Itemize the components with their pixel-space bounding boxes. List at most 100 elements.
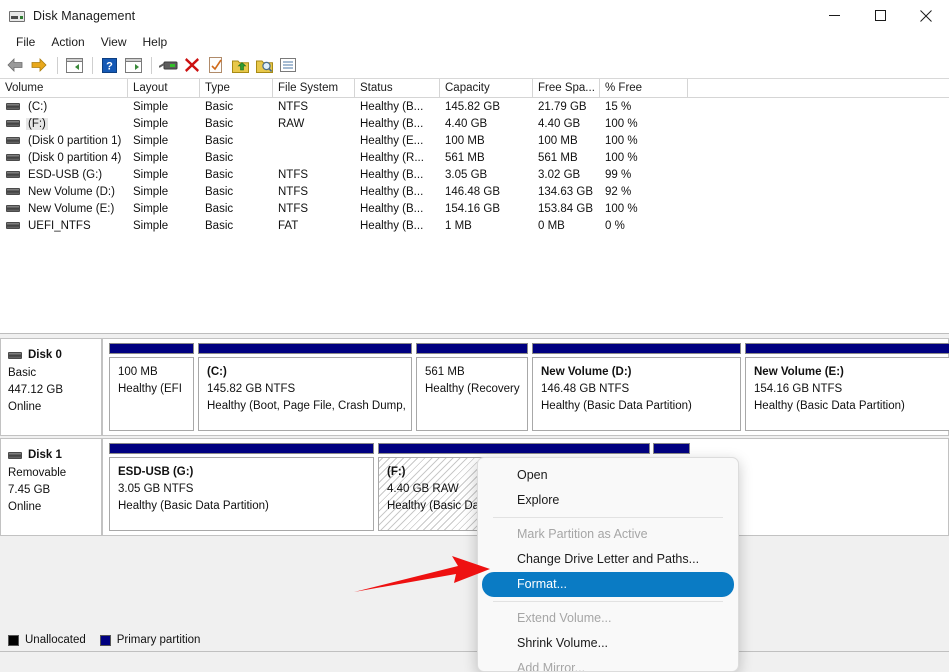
volume-disk-icon [6,205,20,212]
legend: Unallocated Primary partition [0,629,949,651]
volume-name: (F:) [26,117,48,130]
context-menu-item-format[interactable]: Format... [482,572,734,597]
partition-title: New Volume (D:) [541,366,632,378]
partition-block[interactable] [653,443,690,454]
partition-color-bar [378,443,650,454]
disk-info-1[interactable]: Disk 1 Removable 7.45 GB Online [0,438,103,536]
partition-detail[interactable]: ESD-USB (G:) 3.05 GB NTFS Healthy (Basic D… [109,457,374,531]
partition-block[interactable]: 100 MB Healthy (EFI [109,343,194,431]
partition-block[interactable]: ESD-USB (G:) 3.05 GB NTFS Healthy (Basic D… [109,443,374,531]
cell-layout: Simple [133,134,169,147]
properties-icon[interactable] [122,54,144,76]
disk-type: Basic [8,367,37,379]
legend-swatch-unallocated [8,634,19,646]
cell-volume: New Volume (E:) [0,203,128,215]
delete-icon[interactable] [181,54,203,76]
table-row[interactable]: New Volume (E:) Simple Basic NTFS Healthy (B… [0,200,949,217]
partition-color-bar [416,343,528,354]
partition-block[interactable]: New Volume (E:) 154.16 GB NTFS Healthy (Ba… [745,343,949,431]
context-menu-separator [493,601,723,602]
partition-color-bar [532,343,741,354]
minimize-button[interactable] [811,0,857,31]
table-row[interactable]: (Disk 0 partition 1) Simple Basic Healthy (… [0,132,949,149]
cell-free_space: 0 MB [538,219,565,232]
svg-text:?: ? [106,60,113,72]
column-header-type[interactable]: Type [200,79,273,98]
table-row[interactable]: ESD-USB (G:) Simple Basic NTFS Healthy (B...… [0,166,949,183]
column-header-volume[interactable]: Volume [0,79,128,98]
disk-row-0[interactable]: Disk 0 Basic 447.12 GB Online 100 MB Healthy … [0,338,949,436]
close-button[interactable] [903,0,949,31]
table-row[interactable]: New Volume (D:) Simple Basic NTFS Healthy (B… [0,183,949,200]
title-bar: Disk Management [0,0,949,31]
disk-state: Online [8,501,42,513]
context-menu-item-shrink-volume[interactable]: Shrink Volume... [482,631,734,656]
table-row[interactable]: (C:) Simple Basic NTFS Healthy (B... 145.82 G… [0,98,949,115]
partition-detail[interactable]: 100 MB Healthy (EFI [109,357,194,431]
maximize-button[interactable] [857,0,903,31]
column-header-file-system[interactable]: File System [273,79,355,98]
cell-type: Basic [205,151,234,164]
partition-block[interactable]: (C:) 145.82 GB NTFS Healthy (Boot, Page Fi… [198,343,412,431]
menu-action[interactable]: Action [43,33,92,51]
cell-layout: Simple [133,168,169,181]
column-header-free-spa[interactable]: Free Spa... [533,79,600,98]
partition-status: Healthy (Recovery [425,383,520,395]
partition-detail[interactable]: New Volume (D:) 146.48 GB NTFS Healthy (Ba… [532,357,741,431]
rescan-disks-icon[interactable] [157,54,179,76]
menu-help[interactable]: Help [135,33,176,51]
cell-pct_free: 0 % [605,219,625,232]
format-icon[interactable] [205,54,227,76]
menu-file[interactable]: File [8,33,43,51]
column-header-layout[interactable]: Layout [128,79,200,98]
partition-status: Healthy (Basic Data Partition) [118,500,269,512]
disk-info-0[interactable]: Disk 0 Basic 447.12 GB Online [0,338,103,436]
partition-block[interactable]: New Volume (D:) 146.48 GB NTFS Healthy (Ba… [532,343,741,431]
legend-label-primary-partition: Primary partition [116,634,201,646]
table-row[interactable]: (F:) Simple Basic RAW Healthy (B... 4.40 GB 4.… [0,115,949,132]
cell-capacity: 561 MB [445,151,485,164]
show-hide-tree-icon[interactable] [63,54,85,76]
context-menu-item-explore[interactable]: Explore [482,488,734,513]
column-header-status[interactable]: Status [355,79,440,98]
cell-volume: UEFI_NTFS [0,220,128,232]
back-arrow-icon[interactable] [4,54,26,76]
volume-list-rows: (C:) Simple Basic NTFS Healthy (B... 145.82 G… [0,98,949,234]
help-icon[interactable]: ? [98,54,120,76]
export-icon[interactable] [229,54,251,76]
detail-view-icon[interactable] [277,54,299,76]
cell-file_system: NTFS [278,202,309,215]
partition-detail[interactable]: 561 MB Healthy (Recovery [416,357,528,431]
cell-type: Basic [205,219,234,232]
partition-detail[interactable]: (C:) 145.82 GB NTFS Healthy (Boot, Page Fi… [198,357,412,431]
partition-detail[interactable]: New Volume (E:) 154.16 GB NTFS Healthy (Ba… [745,357,949,431]
forward-arrow-icon[interactable] [28,54,50,76]
volume-name: (C:) [28,100,48,113]
cell-volume: (F:) [0,117,128,130]
context-menu-item-add-mirror: Add Mirror... [517,661,586,672]
cell-status: Healthy (R... [360,151,424,164]
table-row[interactable]: UEFI_NTFS Simple Basic FAT Healthy (B... 1 MB… [0,217,949,234]
cell-pct_free: 100 % [605,151,638,164]
disk-label: Disk 0 [8,347,101,364]
partition-block[interactable]: 561 MB Healthy (Recovery [416,343,528,431]
context-menu-item-open[interactable]: Open [482,463,734,488]
volume-name: (Disk 0 partition 4) [28,151,122,164]
volume-disk-icon [6,222,20,229]
legend-label-unallocated: Unallocated [25,634,86,646]
partition-status: Healthy (Boot, Page File, Crash Dump, [207,400,406,412]
disk-icon [8,452,22,459]
cell-status: Healthy (B... [360,100,424,113]
cell-layout: Simple [133,219,169,232]
disk-row-1[interactable]: Disk 1 Removable 7.45 GB Online ESD-USB (G:)… [0,438,949,536]
column-header--free[interactable]: % Free [600,79,688,98]
column-header-capacity[interactable]: Capacity [440,79,533,98]
context-menu-item-change-drive-letter-and-paths[interactable]: Change Drive Letter and Paths... [482,547,734,572]
find-icon[interactable] [253,54,275,76]
cell-volume: (Disk 0 partition 1) [0,135,128,147]
menu-view[interactable]: View [93,33,135,51]
partition-status: Healthy (EFI [118,383,182,395]
table-row[interactable]: (Disk 0 partition 4) Simple Basic Healthy (… [0,149,949,166]
cell-capacity: 154.16 GB [445,202,500,215]
cell-file_system: RAW [278,117,305,130]
